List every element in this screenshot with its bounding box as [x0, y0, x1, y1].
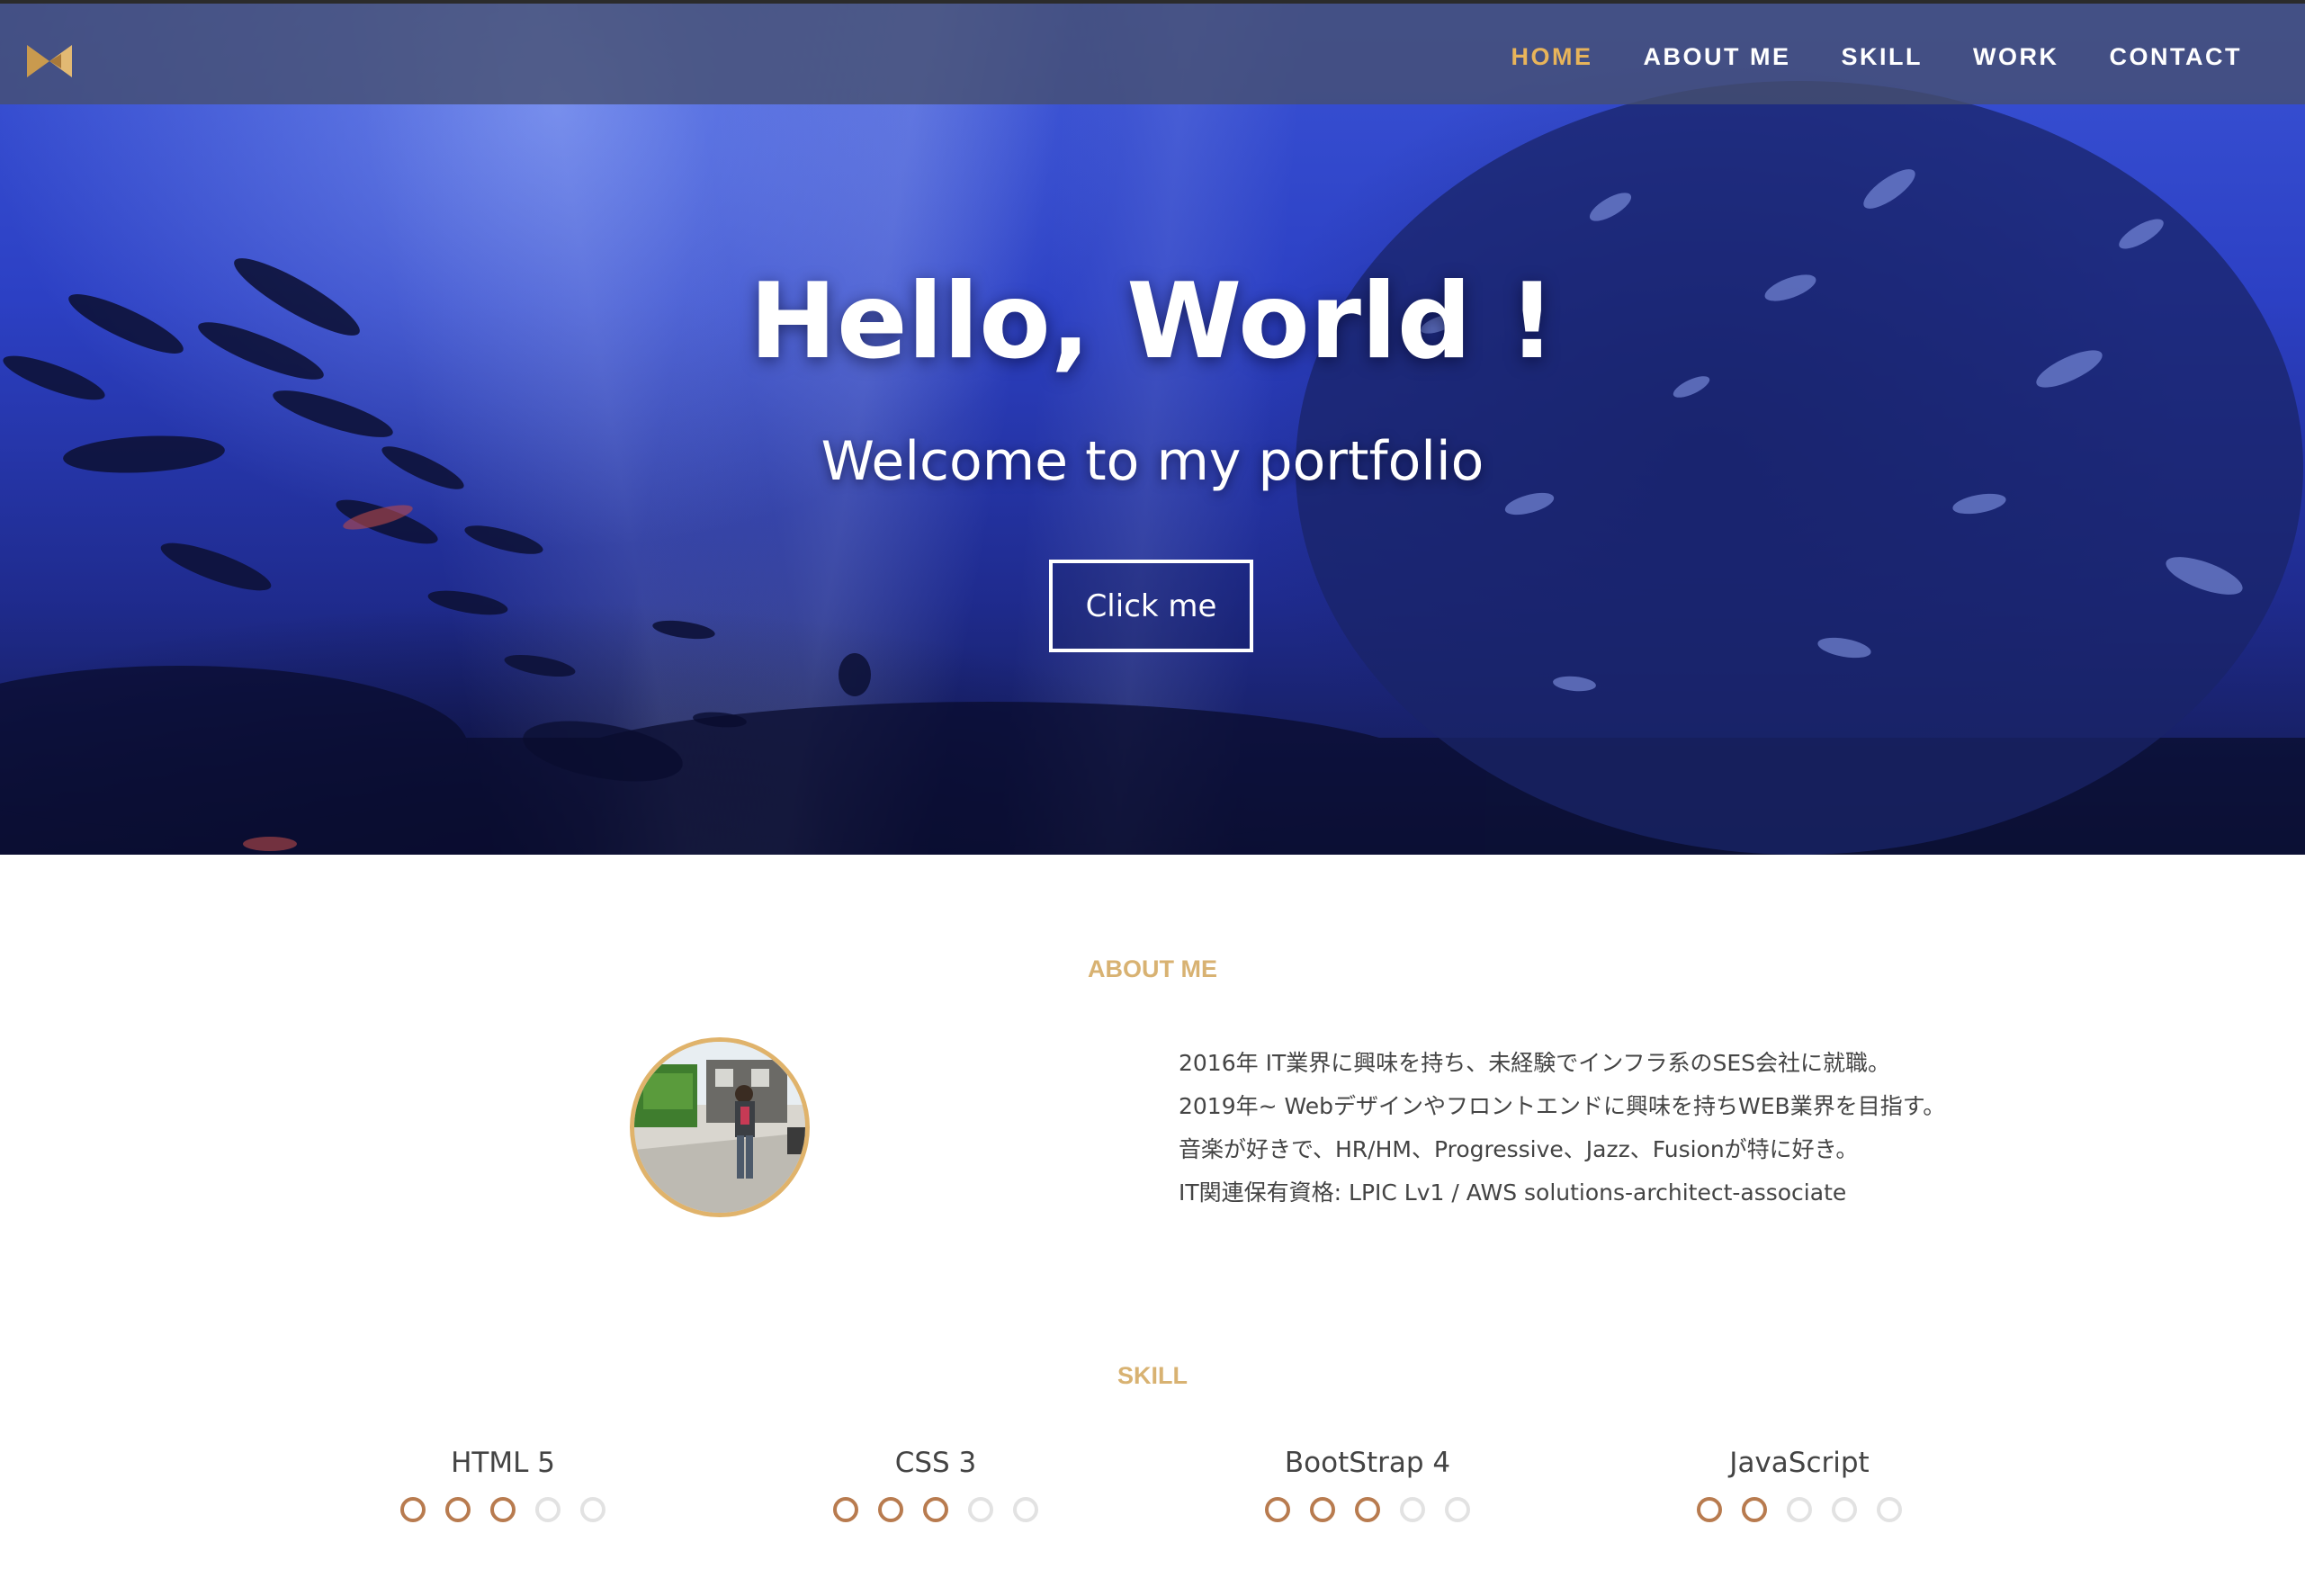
skill-level-dots [801, 1497, 1071, 1522]
about-heading: ABOUT ME [1088, 955, 1217, 982]
skill-dot-filled [445, 1497, 471, 1522]
skill-dot-empty [1013, 1497, 1038, 1522]
nav-item-home[interactable]: HOME [1511, 43, 1593, 71]
skill-heading: SKILL [1117, 1362, 1188, 1389]
avatar [630, 1037, 810, 1217]
skill-dot-filled [1310, 1497, 1335, 1522]
skill-dot-empty [1877, 1497, 1902, 1522]
skill-dot-filled [490, 1497, 516, 1522]
skill-dot-filled [878, 1497, 903, 1522]
hero-section: Hello, World ! Welcome to my portfolio C… [0, 0, 2305, 855]
skill-item-javascript: JavaScript [1664, 1447, 1934, 1522]
school-of-fish-image [0, 81, 2305, 855]
bowtie-logo-icon[interactable] [25, 43, 74, 79]
hero-subtitle: Welcome to my portfolio [821, 430, 1484, 493]
skill-level-dots [368, 1497, 638, 1522]
nav-item-skill[interactable]: SKILL [1842, 43, 1924, 71]
skill-dot-filled [400, 1497, 426, 1522]
skill-name: CSS 3 [894, 1447, 977, 1479]
skill-level-dots [1233, 1497, 1502, 1522]
skill-name: BootStrap 4 [1284, 1447, 1451, 1479]
skill-dot-empty [1400, 1497, 1425, 1522]
skill-name: JavaScript [1729, 1447, 1870, 1479]
skill-dot-filled [1265, 1497, 1290, 1522]
skill-dot-empty [1787, 1497, 1812, 1522]
nav-item-contact[interactable]: CONTACT [2110, 43, 2242, 71]
skill-dot-filled [1697, 1497, 1722, 1522]
profile-photo [634, 1042, 805, 1213]
skill-dot-empty [1832, 1497, 1857, 1522]
click-me-button[interactable]: Click me [1049, 560, 1253, 652]
skill-dot-empty [535, 1497, 561, 1522]
skill-dot-empty [580, 1497, 605, 1522]
skill-item-bootstrap4: BootStrap 4 [1233, 1447, 1502, 1522]
hero-title: Hello, World ! [749, 261, 1556, 382]
nav-item-work[interactable]: WORK [1973, 43, 2058, 71]
about-line: 2016年 IT業界に興味を持ち、未経験でインフラ系のSES会社に就職。 [1179, 1050, 1891, 1076]
skill-item-css3: CSS 3 [801, 1447, 1071, 1522]
skill-item-html5: HTML 5 [368, 1447, 638, 1522]
nav-item-about-me[interactable]: ABOUT ME [1644, 43, 1791, 71]
about-line: 2019年~ Webデザインやフロントエンドに興味を持ちWEB業界を目指す。 [1179, 1093, 1946, 1119]
skill-dot-filled [833, 1497, 858, 1522]
skill-level-dots [1664, 1497, 1934, 1522]
skill-dot-filled [1742, 1497, 1767, 1522]
skill-dot-empty [968, 1497, 993, 1522]
skill-name: HTML 5 [451, 1447, 555, 1479]
nav-menu: HOME ABOUT ME SKILL WORK CONTACT [1511, 43, 2242, 71]
skill-dot-filled [923, 1497, 948, 1522]
top-navbar: HOME ABOUT ME SKILL WORK CONTACT [0, 0, 2305, 104]
about-text: 2016年 IT業界に興味を持ち、未経験でインフラ系のSES会社に就職。 201… [1179, 1042, 2078, 1215]
about-line: 音楽が好きで、HR/HM、Progressive、Jazz、Fusionが特に好… [1179, 1136, 1859, 1162]
about-line: IT関連保有資格: LPIC Lv1 / AWS solutions-archi… [1179, 1179, 1847, 1206]
skill-dot-filled [1355, 1497, 1380, 1522]
skill-dot-empty [1445, 1497, 1470, 1522]
